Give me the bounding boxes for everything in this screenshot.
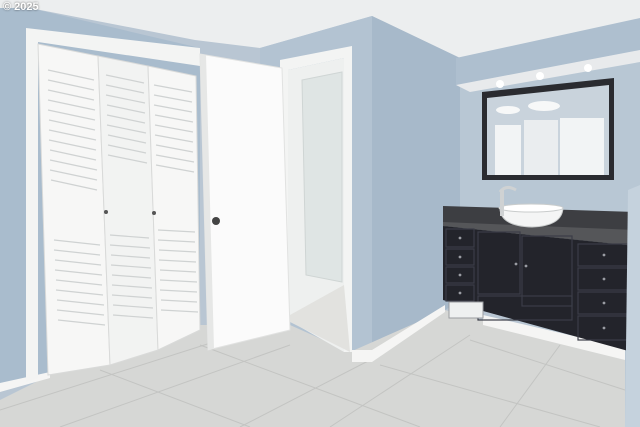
shower-glass [301,71,343,283]
bifold-closet-door [37,43,201,376]
watermark-text: © 2025 [3,1,39,13]
open-door [199,53,291,351]
bathroom-photo [0,0,640,427]
wall-mirror [482,78,614,180]
right-wall [372,16,460,360]
